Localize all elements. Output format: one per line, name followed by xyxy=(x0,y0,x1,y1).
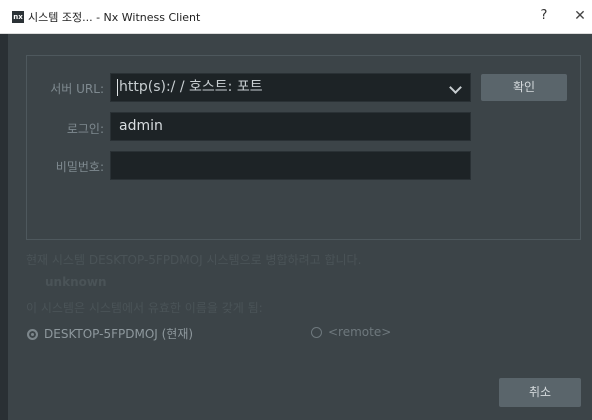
unknown-status: unknown xyxy=(45,275,107,289)
cancel-button[interactable]: 취소 xyxy=(499,378,581,407)
radio-remote-system[interactable]: <remote> xyxy=(311,325,391,339)
radio-selected-icon[interactable] xyxy=(27,329,38,340)
radio-current-system[interactable]: DESKTOP-5FPDMOJ (현재) xyxy=(27,325,193,342)
radio-current-label: DESKTOP-5FPDMOJ (현재) xyxy=(44,327,194,341)
password-label: 비밀번호: xyxy=(55,160,104,174)
radio-unselected-icon[interactable] xyxy=(311,327,322,338)
merge-message: 현재 시스템 DESKTOP-5FPDMOJ 시스템으로 병합하려고 합니다. xyxy=(26,253,362,267)
chevron-down-icon[interactable] xyxy=(449,81,462,94)
password-input[interactable] xyxy=(110,151,471,180)
login-input[interactable]: admin xyxy=(110,112,471,141)
system-name-question: 이 시스템은 시스템에서 유효한 이름을 갖게 됨: xyxy=(26,301,263,315)
server-url-placeholder: http(s):/ / 호스트: 포트 xyxy=(119,79,263,95)
radio-remote-label: <remote> xyxy=(328,325,392,339)
login-label: 로그인: xyxy=(66,122,104,136)
title-bar: nx 시스템 조정... - Nx Witness Client ? ✕ xyxy=(0,0,592,34)
text-cursor xyxy=(117,79,118,96)
server-url-label: 서버 URL: xyxy=(50,82,104,96)
app-logo-icon: nx xyxy=(12,11,24,23)
window-title: 시스템 조정... - Nx Witness Client xyxy=(28,11,201,24)
server-url-combobox[interactable]: http(s):/ / 호스트: 포트 xyxy=(110,73,471,102)
close-button[interactable]: ✕ xyxy=(572,8,588,24)
help-button[interactable]: ? xyxy=(536,8,552,24)
confirm-button[interactable]: 확인 xyxy=(481,74,567,101)
